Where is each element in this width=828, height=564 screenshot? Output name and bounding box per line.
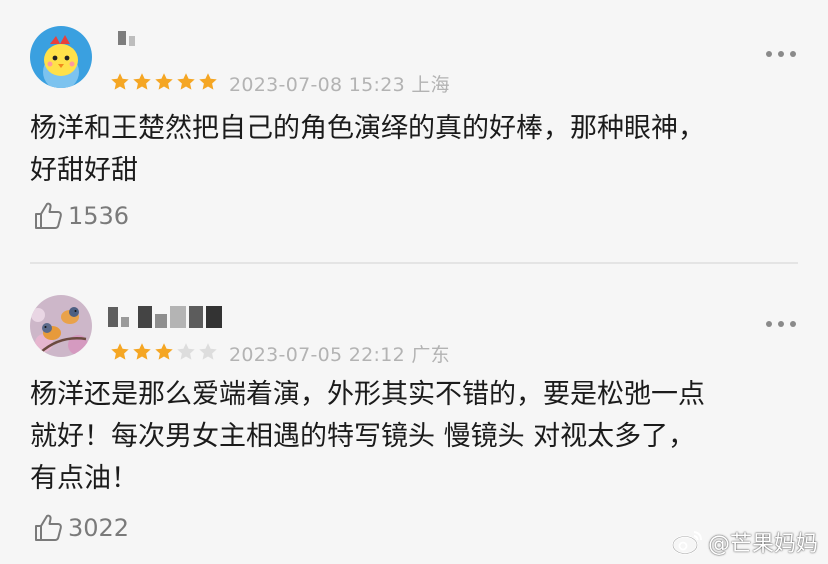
weibo-icon xyxy=(671,531,702,555)
more-dot-icon xyxy=(790,51,796,57)
review-location: 上海 xyxy=(411,74,450,96)
more-options-button[interactable] xyxy=(766,48,796,60)
avatar[interactable] xyxy=(30,26,92,88)
avatar[interactable] xyxy=(30,295,92,357)
star-empty-icon xyxy=(199,343,217,360)
more-dot-icon xyxy=(766,51,772,57)
like-count: 3022 xyxy=(68,514,130,542)
review-content-line: 有点油！ xyxy=(30,463,138,494)
review-card: 2023-07-05 22:12 广东 杨洋还是那么爱端着演，外形其实不错的，要… xyxy=(0,264,828,564)
star-rating xyxy=(110,72,218,92)
star-filled-icon xyxy=(111,73,129,90)
review-date: 2023-07-08 15:23 xyxy=(229,74,406,96)
star-rating xyxy=(110,342,218,362)
review-location: 广东 xyxy=(411,344,450,366)
review-content-line: 就好！每次男女主相遇的特写镜头 慢镜头 对视太多了， xyxy=(30,421,696,452)
star-empty-icon xyxy=(177,343,195,360)
review-card: 2023-07-08 15:23 上海 杨洋和王楚然把自己的角色演绎的真的好棒，… xyxy=(0,0,828,262)
star-filled-icon xyxy=(155,343,173,360)
review-date: 2023-07-05 22:12 xyxy=(229,344,406,366)
thumbs-up-icon xyxy=(35,202,62,229)
like-count: 1536 xyxy=(68,202,130,230)
review-content-line: 杨洋和王楚然把自己的角色演绎的真的好棒，那种眼神， xyxy=(30,113,705,144)
watermark-text: @芒果妈妈 xyxy=(707,532,818,557)
more-dot-icon xyxy=(790,321,796,327)
more-dot-icon xyxy=(778,51,784,57)
like-button[interactable]: 1536 xyxy=(32,200,129,232)
like-button[interactable]: 3022 xyxy=(32,512,129,544)
review-content: 杨洋还是那么爱端着演，外形其实不错的，要是松弛一点 就好！每次男女主相遇的特写镜… xyxy=(30,374,800,500)
more-dot-icon xyxy=(778,321,784,327)
star-filled-icon xyxy=(177,73,195,90)
star-filled-icon xyxy=(199,73,217,90)
username-redacted[interactable] xyxy=(108,306,222,328)
more-dot-icon xyxy=(766,321,772,327)
review-content-line: 杨洋还是那么爱端着演，外形其实不错的，要是松弛一点 xyxy=(30,379,705,410)
star-filled-icon xyxy=(133,73,151,90)
cartoon-chick-avatar-icon xyxy=(30,26,92,88)
username-redacted[interactable] xyxy=(118,30,135,46)
review-content: 杨洋和王楚然把自己的角色演绎的真的好棒，那种眼神， 好甜好甜 xyxy=(30,108,800,192)
star-filled-icon xyxy=(133,343,151,360)
review-content-line: 好甜好甜 xyxy=(30,155,138,186)
star-filled-icon xyxy=(155,73,173,90)
watermark: @芒果妈妈 xyxy=(670,526,818,558)
review-meta: 2023-07-05 22:12 广东 xyxy=(229,340,450,367)
thumbs-up-icon xyxy=(35,514,62,541)
bird-on-blossom-avatar-icon xyxy=(30,295,92,357)
review-meta: 2023-07-08 15:23 上海 xyxy=(229,70,450,97)
star-filled-icon xyxy=(111,343,129,360)
more-options-button[interactable] xyxy=(766,318,796,330)
